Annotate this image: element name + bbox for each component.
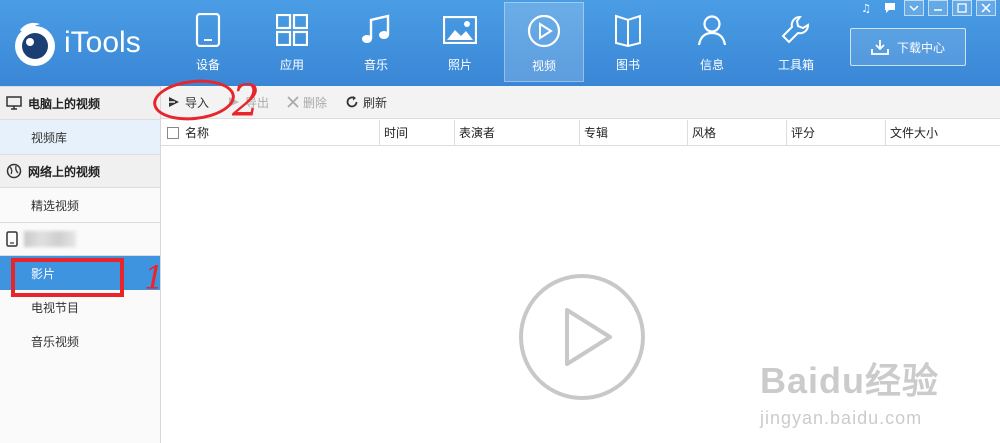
sidebar-item-music-videos[interactable]: 音乐视频: [0, 324, 160, 358]
nav-device[interactable]: 设备: [168, 2, 248, 82]
nav-music[interactable]: 音乐: [336, 2, 416, 82]
toolbar: 导入 导出 删除 刷新: [161, 86, 1000, 119]
delete-label: 删除: [303, 95, 328, 110]
column-label: 时间: [384, 126, 409, 140]
refresh-button[interactable]: 刷新: [345, 94, 387, 111]
column-album[interactable]: 专辑: [579, 119, 687, 146]
column-label: 风格: [692, 126, 717, 140]
user-icon: [694, 12, 730, 48]
nav-label: 图书: [615, 58, 640, 72]
column-genre[interactable]: 风格: [687, 119, 786, 146]
annotation-box: [11, 258, 124, 297]
wrench-icon: [778, 12, 814, 48]
sidebar-section-label: 网络上的视频: [28, 164, 101, 179]
close-icon[interactable]: [976, 0, 996, 16]
annotation-step-1: 1: [144, 259, 165, 297]
monitor-icon: [6, 96, 22, 110]
baidu-watermark: Baidu经验 jingyan.baidu.com: [760, 352, 939, 429]
minimize-icon[interactable]: [928, 0, 948, 16]
delete-x-icon: [287, 96, 299, 108]
globe-icon: [6, 163, 22, 179]
skin-icon[interactable]: [880, 0, 900, 16]
select-all-checkbox[interactable]: [167, 126, 179, 139]
main-nav: 设备 应用 音乐 照片 视频 图书 信息 工具箱: [168, 0, 840, 86]
app-logo: iTools: [10, 18, 141, 68]
menu-icon[interactable]: [904, 0, 924, 16]
nav-label: 设备: [195, 58, 220, 72]
column-performer[interactable]: 表演者: [454, 119, 579, 146]
nav-toolbox[interactable]: 工具箱: [756, 2, 836, 82]
nav-label: 照片: [447, 58, 472, 72]
nav-label: 工具箱: [777, 58, 814, 72]
sidebar-item-video-library[interactable]: 视频库: [0, 120, 160, 154]
phone-icon: [190, 12, 226, 48]
nav-messages[interactable]: 信息: [672, 2, 752, 82]
delete-button[interactable]: 删除: [287, 94, 327, 111]
itools-logo-icon: [10, 18, 60, 68]
column-rating[interactable]: 评分: [786, 119, 885, 146]
column-label: 名称: [185, 126, 210, 140]
book-icon: [610, 12, 646, 48]
sidebar-section-online-videos[interactable]: 网络上的视频: [0, 154, 160, 188]
sidebar-section-device[interactable]: [0, 222, 160, 256]
nav-apps[interactable]: 应用: [252, 2, 332, 82]
nav-label: 视频: [531, 59, 556, 73]
refresh-icon: [346, 96, 358, 108]
sidebar-section-pc-videos[interactable]: 电脑上的视频: [0, 86, 160, 120]
video-table-header: 名称 时间 表演者 专辑 风格 评分 文件大小: [161, 119, 1000, 146]
sidebar-item-label: 视频库: [31, 130, 68, 145]
refresh-label: 刷新: [363, 95, 388, 110]
nav-photos[interactable]: 照片: [420, 2, 500, 82]
column-time[interactable]: 时间: [379, 119, 454, 146]
apps-grid-icon: [274, 12, 310, 48]
column-file-size[interactable]: 文件大小: [885, 119, 1000, 146]
sidebar-item-label: 精选视频: [31, 198, 80, 213]
play-circle-icon: [526, 13, 562, 49]
column-label: 专辑: [584, 126, 609, 140]
download-center-button[interactable]: 下载中心: [850, 28, 966, 66]
device-name-redacted: [24, 231, 76, 247]
download-icon: [871, 40, 889, 55]
sidebar-item-label: 电视节目: [31, 300, 80, 315]
empty-state-play-icon: [517, 272, 647, 405]
nav-label: 应用: [279, 58, 304, 72]
watermark-sub: jingyan.baidu.com: [760, 408, 923, 428]
music-note-icon: [358, 12, 394, 48]
music-mini-icon[interactable]: ♫: [856, 0, 876, 16]
sidebar-section-label: 电脑上的视频: [28, 96, 101, 111]
column-label: 表演者: [459, 126, 496, 140]
nav-books[interactable]: 图书: [588, 2, 668, 82]
sidebar-item-label: 音乐视频: [31, 334, 80, 349]
maximize-icon[interactable]: [952, 0, 972, 16]
column-label: 评分: [791, 126, 816, 140]
top-bar: iTools 设备 应用 音乐 照片 视频 图书 信息 工具箱 ♫ 下载中心: [0, 0, 1000, 86]
watermark-main: Baidu经验: [760, 360, 940, 401]
photo-icon: [442, 12, 478, 48]
app-title: iTools: [64, 26, 141, 59]
column-name[interactable]: 名称: [161, 120, 379, 146]
nav-label: 音乐: [363, 58, 388, 72]
sidebar-item-featured-videos[interactable]: 精选视频: [0, 188, 160, 222]
nav-video[interactable]: 视频: [504, 2, 584, 82]
nav-label: 信息: [699, 58, 724, 72]
annotation-step-2: 2: [232, 76, 260, 127]
device-icon: [6, 231, 18, 247]
download-label: 下载中心: [896, 40, 945, 55]
window-controls: ♫: [852, 0, 996, 16]
column-label: 文件大小: [890, 126, 939, 140]
